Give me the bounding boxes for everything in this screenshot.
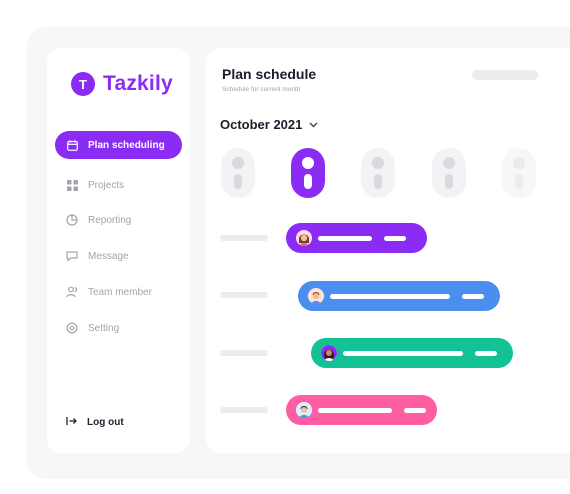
sidebar-item-label: Setting — [88, 322, 120, 334]
task-meta-placeholder — [404, 407, 426, 413]
task-bar[interactable] — [298, 281, 500, 311]
page-title: Plan schedule — [222, 66, 317, 82]
sidebar-item-team-member[interactable]: Team member — [55, 278, 182, 306]
task-bar[interactable] — [286, 395, 437, 425]
day-item[interactable] — [221, 148, 255, 198]
sidebar-item-label: Reporting — [88, 214, 132, 226]
chevron-down-icon — [309, 120, 318, 130]
day-bar — [234, 174, 242, 189]
row-label-placeholder — [220, 407, 268, 413]
logout-icon — [66, 416, 77, 429]
sidebar-item-reporting[interactable]: Reporting — [55, 206, 182, 234]
day-item-selected[interactable] — [291, 148, 325, 198]
gear-icon — [66, 322, 78, 334]
app-logo[interactable]: T Tazkily — [71, 72, 173, 96]
avatar — [308, 288, 324, 304]
day-item[interactable] — [361, 148, 395, 198]
task-title-placeholder — [343, 350, 463, 356]
row-label-placeholder — [220, 235, 268, 241]
task-title-placeholder — [330, 293, 450, 299]
day-dot — [232, 157, 244, 169]
day-bar — [515, 174, 523, 189]
task-bar[interactable] — [286, 223, 427, 253]
avatar — [296, 230, 312, 246]
day-bar — [374, 174, 382, 189]
sidebar-item-setting[interactable]: Setting — [55, 314, 182, 342]
task-meta-placeholder — [384, 235, 406, 241]
sidebar-item-message[interactable]: Message — [55, 242, 182, 270]
sidebar-item-label: Projects — [88, 179, 125, 191]
task-meta-placeholder — [475, 350, 497, 356]
sidebar-item-label: Team member — [88, 286, 152, 298]
task-title-placeholder — [318, 407, 392, 413]
month-label: October 2021 — [220, 117, 303, 132]
app-name: Tazkily — [103, 72, 173, 95]
sidebar-item-plan-scheduling[interactable]: Plan scheduling — [55, 131, 182, 159]
grid-icon — [66, 179, 78, 191]
day-item[interactable] — [502, 148, 536, 198]
day-dot — [302, 157, 314, 169]
row-label-placeholder — [220, 350, 268, 356]
row-label-placeholder — [220, 292, 268, 298]
day-dot — [443, 157, 455, 169]
sidebar-item-projects[interactable]: Projects — [55, 171, 182, 199]
logout-label: Log out — [87, 417, 124, 428]
logout-button[interactable]: Log out — [66, 416, 124, 429]
avatar — [296, 402, 312, 418]
day-dot — [372, 157, 384, 169]
chat-icon — [66, 250, 78, 262]
header-placeholder-pill — [472, 70, 538, 80]
day-bar — [445, 174, 453, 189]
sidebar-item-label: Plan scheduling — [88, 139, 165, 151]
calendar-icon — [66, 139, 78, 151]
month-selector[interactable]: October 2021 — [220, 117, 318, 132]
pie-chart-icon — [66, 214, 78, 226]
task-bar[interactable] — [311, 338, 513, 368]
task-title-placeholder — [318, 235, 372, 241]
task-meta-placeholder — [462, 293, 484, 299]
avatar — [321, 345, 337, 361]
page-subtitle: Schedule for current month — [222, 86, 301, 93]
day-bar — [304, 174, 312, 189]
day-item[interactable] — [432, 148, 466, 198]
day-dot — [513, 157, 525, 169]
users-icon — [66, 286, 78, 298]
sidebar-item-label: Message — [88, 250, 129, 262]
logo-icon: T — [71, 72, 95, 96]
